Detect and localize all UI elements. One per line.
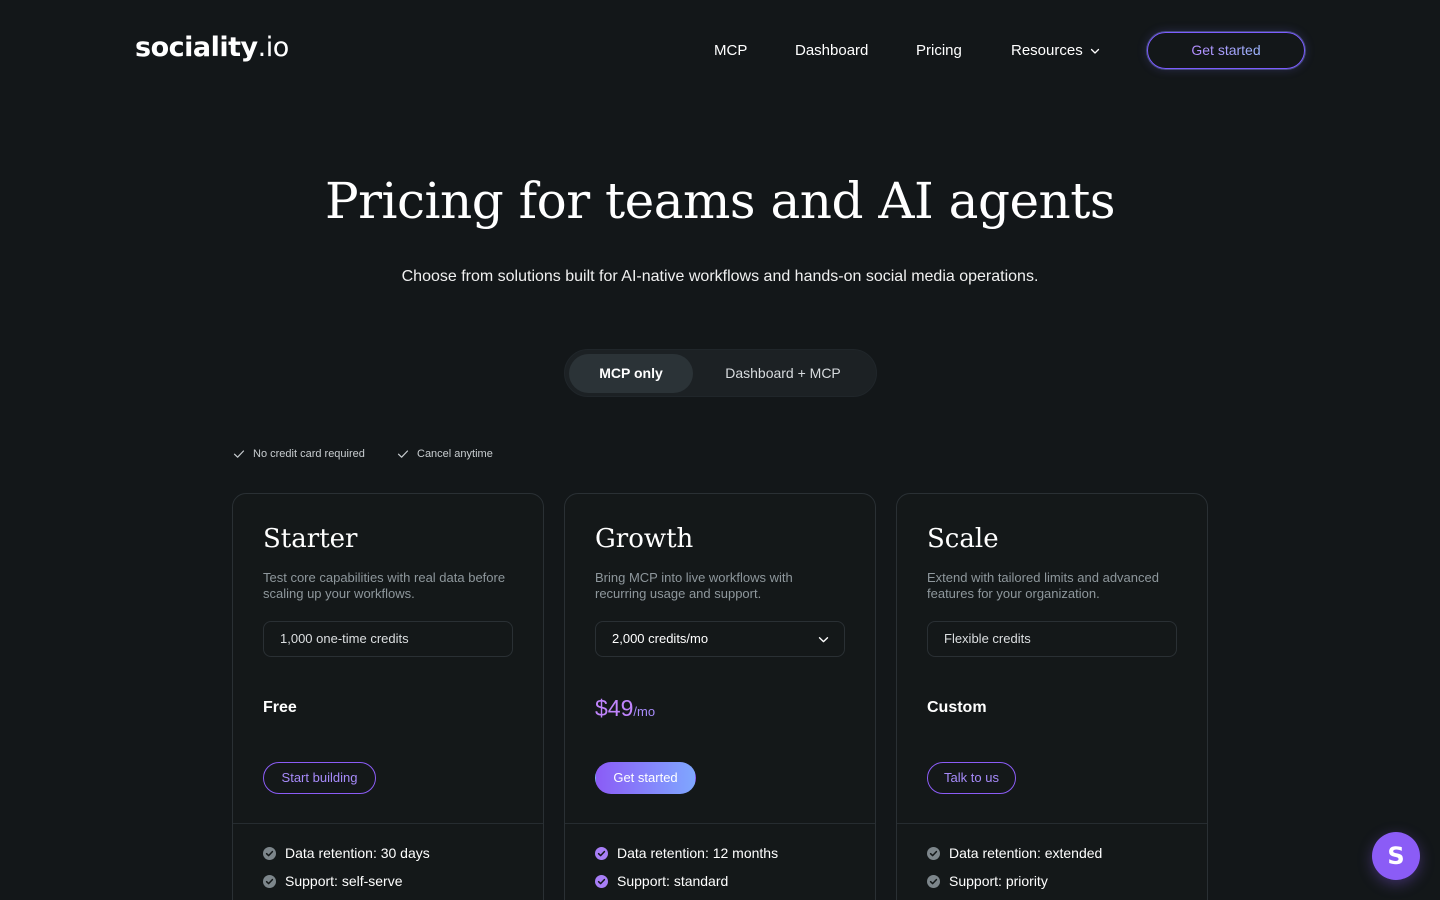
perk-item: No credit card required — [233, 448, 365, 460]
check-circle-icon — [263, 846, 276, 860]
card-divider — [565, 823, 875, 824]
feature-label: Data retention: 30 days — [285, 845, 430, 861]
nav-link-pricing[interactable]: Pricing — [916, 41, 962, 61]
price-period: /mo — [633, 704, 656, 719]
perk-label: No credit card required — [253, 448, 365, 460]
plan-card-scale: Scale Extend with tailored limits and ad… — [896, 493, 1208, 900]
chat-logo-icon: S — [1387, 842, 1405, 870]
toggle-dashboard-mcp[interactable]: Dashboard + MCP — [703, 354, 863, 393]
plan-description: Extend with tailored limits and advanced… — [927, 570, 1159, 601]
feature-item: Support: self-serve — [263, 873, 403, 889]
chat-widget-button[interactable]: S — [1372, 832, 1420, 880]
plan-credits-field: Flexible credits — [927, 621, 1177, 657]
plan-name: Scale — [927, 524, 999, 554]
plan-description: Test core capabilities with real data be… — [263, 570, 506, 601]
price-amount: $49 — [595, 695, 634, 721]
plan-card-growth: Growth Bring MCP into live workflows wit… — [564, 493, 876, 900]
chevron-down-icon — [1090, 48, 1099, 54]
card-divider — [233, 823, 543, 824]
feature-label: Data retention: extended — [949, 845, 1103, 861]
nav-link-mcp[interactable]: MCP — [714, 41, 747, 61]
credits-select[interactable]: 2,000 credits/mo — [595, 621, 845, 657]
header-get-started-label: Get started — [1191, 42, 1261, 58]
page-subtitle: Choose from solutions built for AI-nativ… — [401, 268, 1039, 285]
feature-item: Data retention: 30 days — [263, 845, 430, 861]
plan-credits-field: 1,000 one-time credits — [263, 621, 513, 657]
plan-price: Free — [263, 699, 297, 716]
credits-select-value: 2,000 credits/mo — [612, 631, 709, 646]
feature-label: Data retention: 12 months — [617, 845, 779, 861]
card-divider — [897, 823, 1207, 824]
plan-name: Starter — [263, 524, 358, 554]
feature-item: Support: standard — [595, 873, 728, 889]
site-header: sociality.io MCP Dashboard Pricing Resou… — [0, 0, 1440, 100]
header-get-started-button[interactable]: Get started — [1147, 32, 1305, 69]
talk-to-us-button[interactable]: Talk to us — [927, 762, 1016, 794]
check-circle-icon — [927, 874, 940, 888]
check-circle-icon — [263, 874, 276, 888]
feature-label: Support: self-serve — [285, 873, 403, 889]
perk-item: Cancel anytime — [397, 448, 493, 460]
pricing-page: sociality.io MCP Dashboard Pricing Resou… — [0, 0, 1440, 900]
toggle-mcp-only[interactable]: MCP only — [569, 354, 693, 393]
feature-label: Support: priority — [949, 873, 1048, 889]
check-icon — [233, 450, 245, 458]
check-circle-icon — [595, 874, 608, 888]
page-title: Pricing for teams and AI agents — [324, 172, 1116, 230]
nav-link-resources[interactable]: Resources — [1011, 41, 1101, 61]
check-circle-icon — [595, 846, 608, 860]
nav-resources-label: Resources — [1011, 42, 1083, 59]
plan-card-starter: Starter Test core capabilities with real… — [232, 493, 544, 900]
feature-item: Data retention: extended — [927, 845, 1102, 861]
feature-item: Support: priority — [927, 873, 1048, 889]
chevron-down-icon — [818, 637, 829, 643]
nav-link-dashboard[interactable]: Dashboard — [795, 41, 868, 61]
feature-item: Data retention: 12 months — [595, 845, 778, 861]
plan-name: Growth — [595, 524, 694, 554]
plan-type-toggle: MCP only Dashboard + MCP — [564, 349, 877, 397]
plan-price: $49/mo — [595, 695, 655, 722]
feature-label: Support: standard — [617, 873, 729, 889]
growth-get-started-button[interactable]: Get started — [595, 762, 696, 794]
plan-description: Bring MCP into live workflows with recur… — [595, 570, 793, 601]
start-building-button[interactable]: Start building — [263, 762, 376, 794]
plan-price: Custom — [927, 699, 987, 716]
perk-label: Cancel anytime — [417, 448, 493, 460]
check-circle-icon — [927, 846, 940, 860]
check-icon — [397, 450, 409, 458]
